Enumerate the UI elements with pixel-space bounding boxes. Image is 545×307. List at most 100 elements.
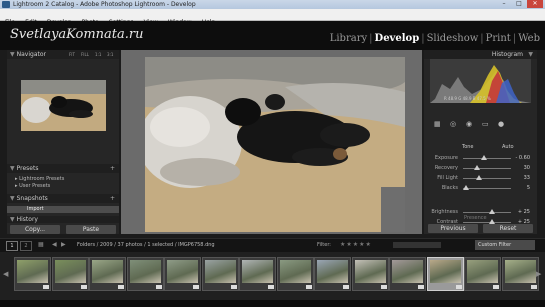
- graduated-filter-icon[interactable]: ▭: [482, 120, 489, 128]
- develop-badge-icon: [193, 285, 199, 289]
- red-eye-icon[interactable]: ◉: [466, 120, 472, 128]
- zoom-fit[interactable]: FIT: [69, 50, 75, 59]
- develop-badge-icon: [155, 285, 162, 289]
- reset-button[interactable]: Reset: [483, 224, 533, 233]
- spot-removal-icon[interactable]: ◎: [450, 120, 456, 128]
- zoom-fill[interactable]: FILL: [81, 50, 89, 59]
- filmstrip-thumbnail[interactable]: [89, 257, 126, 291]
- filmstrip-thumbnail[interactable]: [14, 257, 51, 291]
- slider-label: Recovery: [434, 165, 458, 171]
- navigator-header[interactable]: ▼ Navigator FIT FILL 1:1 3:1: [7, 50, 119, 59]
- slider-value[interactable]: + 25: [508, 207, 530, 217]
- slider-row[interactable]: Recovery 30: [428, 163, 534, 173]
- slider-knob[interactable]: [488, 209, 495, 214]
- navigator-preview[interactable]: [21, 80, 106, 131]
- window-title: Lightroom 2 Catalog - Adobe Photoshop Li…: [13, 1, 196, 8]
- slider-track[interactable]: [463, 168, 511, 169]
- histogram-title: Histogram: [491, 51, 523, 58]
- add-preset-icon[interactable]: +: [110, 164, 115, 173]
- slider-row[interactable]: Exposure - 0.60: [428, 153, 534, 163]
- history-title: History: [16, 216, 38, 223]
- filmstrip-thumbnail[interactable]: [426, 257, 464, 291]
- adjustment-brush-icon[interactable]: ●: [498, 120, 504, 128]
- slider-knob[interactable]: [462, 185, 469, 190]
- source-breadcrumb[interactable]: Folders / 2009 / 37 photos / 1 selected …: [77, 242, 215, 248]
- module-separator: |: [369, 33, 373, 44]
- close-button[interactable]: ✕: [527, 0, 543, 8]
- develop-badge-icon: [530, 285, 537, 289]
- previous-button[interactable]: Previous: [428, 224, 478, 233]
- slider-track[interactable]: [463, 188, 511, 189]
- thumbnail-image: [204, 260, 236, 283]
- history-header[interactable]: ▼ History: [7, 216, 119, 223]
- module-print[interactable]: Print: [486, 33, 511, 44]
- module-web[interactable]: Web: [518, 33, 540, 44]
- filmstrip-thumbnail[interactable]: [389, 257, 426, 291]
- filmstrip-scroll-right-icon[interactable]: ▶: [536, 270, 541, 278]
- forward-arrow-icon[interactable]: ▶: [61, 241, 66, 248]
- zoom-1-1[interactable]: 1:1: [95, 50, 101, 59]
- filmstrip-thumbnail[interactable]: [126, 257, 164, 291]
- secondary-display-button[interactable]: 2: [20, 241, 32, 251]
- add-snapshot-icon[interactable]: +: [110, 194, 115, 203]
- preset-folder-lightroom[interactable]: ▸ Lightroom Presets: [15, 176, 64, 182]
- filmstrip-thumbnail[interactable]: [276, 257, 314, 291]
- identity-plate: SvetlayaKomnata.ru: [10, 27, 144, 42]
- module-separator: |: [512, 33, 517, 44]
- slider-knob[interactable]: [481, 155, 488, 160]
- primary-display-button[interactable]: 1: [6, 241, 18, 251]
- module-library[interactable]: Library: [330, 33, 367, 44]
- slider-value[interactable]: 5: [508, 183, 530, 193]
- slider-value[interactable]: 30: [508, 163, 530, 173]
- histogram-header[interactable]: Histogram ▼: [424, 50, 537, 59]
- copy-settings-button[interactable]: Copy...: [10, 225, 60, 234]
- custom-filter-select[interactable]: Custom Filter: [475, 240, 535, 250]
- slider-track[interactable]: [463, 212, 511, 213]
- thumbnail-image: [17, 260, 48, 283]
- slider-value[interactable]: - 0.60: [508, 153, 530, 163]
- color-label-filter[interactable]: [393, 242, 441, 248]
- slider-row[interactable]: Fill Light 33: [428, 173, 534, 183]
- paste-settings-button[interactable]: Paste: [66, 225, 116, 234]
- rating-filter-stars-icon[interactable]: ★★★★★: [340, 241, 372, 248]
- module-slideshow[interactable]: Slideshow: [427, 33, 479, 44]
- back-arrow-icon[interactable]: ◀: [52, 241, 57, 248]
- slider-value[interactable]: 33: [508, 173, 530, 183]
- filmstrip: ◀ ▶: [0, 252, 545, 300]
- module-develop[interactable]: Develop: [375, 33, 420, 44]
- tone-label: Tone: [462, 144, 474, 150]
- thumbnail-image: [429, 260, 461, 283]
- filmstrip-scroll-left-icon[interactable]: ◀: [3, 270, 8, 278]
- thumbnail-image: [279, 260, 311, 283]
- auto-tone-button[interactable]: Auto: [502, 144, 514, 150]
- grid-view-icon[interactable]: ▦: [38, 241, 44, 248]
- presets-header[interactable]: ▼ Presets +: [7, 164, 119, 173]
- maximize-button[interactable]: □: [512, 0, 526, 8]
- crop-tool-icon[interactable]: ▦: [434, 120, 441, 128]
- bottom-panel-toggle[interactable]: [0, 300, 545, 307]
- zoom-3-1[interactable]: 3:1: [107, 50, 113, 59]
- main-photo[interactable]: [145, 57, 405, 232]
- develop-badge-icon: [80, 285, 87, 289]
- filmstrip-thumbnail[interactable]: [351, 257, 389, 291]
- slider-row[interactable]: Blacks 5: [428, 183, 534, 193]
- slider-track[interactable]: [463, 178, 511, 179]
- filmstrip-thumbnail[interactable]: [239, 257, 276, 291]
- filmstrip-thumbnail[interactable]: [51, 257, 89, 291]
- thumbnail-image: [317, 260, 348, 283]
- slider-knob[interactable]: [475, 175, 482, 180]
- window-title-bar: Lightroom 2 Catalog - Adobe Photoshop Li…: [0, 0, 545, 9]
- snapshot-import[interactable]: Import: [7, 206, 119, 213]
- filmstrip-thumbnail[interactable]: [164, 257, 201, 291]
- filmstrip-thumbnail[interactable]: [201, 257, 239, 291]
- slider-knob[interactable]: [474, 165, 481, 170]
- filmstrip-thumbnail[interactable]: [501, 257, 539, 291]
- slider-track[interactable]: [463, 222, 511, 223]
- minimize-button[interactable]: –: [497, 0, 511, 8]
- thumbnail-image: [242, 260, 273, 283]
- snapshots-header[interactable]: ▼ Snapshots +: [7, 194, 119, 203]
- filmstrip-thumbnail[interactable]: [464, 257, 501, 291]
- filmstrip-thumbnail[interactable]: [314, 257, 351, 291]
- preset-folder-user[interactable]: ▸ User Presets: [15, 183, 50, 189]
- left-panel: ▼ Navigator FIT FILL 1:1 3:1 ▼ Presets + ▸…: [7, 50, 119, 234]
